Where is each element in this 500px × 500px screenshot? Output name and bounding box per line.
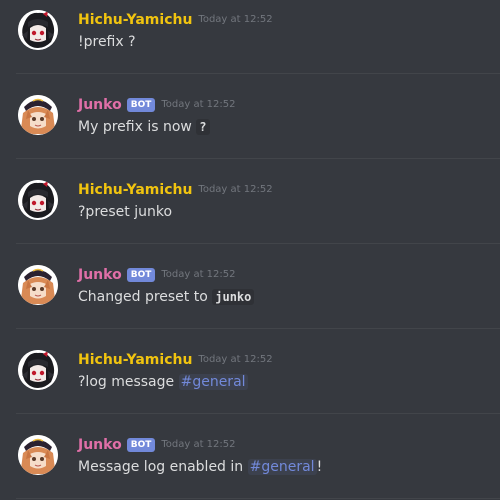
message-text: !prefix ?: [78, 34, 136, 50]
message-divider: [16, 158, 500, 159]
inline-code: ?: [196, 119, 210, 135]
message-header: Junko BOT Today at 12:52: [78, 435, 236, 455]
message-item: Hichu-Yamichu Today at 12:52 !prefix ?: [0, 10, 500, 80]
username[interactable]: Hichu-Yamichu: [78, 350, 192, 370]
avatar-junko-image: [18, 95, 58, 135]
avatar-junko[interactable]: [18, 265, 58, 305]
channel-mention[interactable]: #general: [247, 459, 317, 475]
avatar-hichu-image: [18, 10, 58, 50]
message-item: Junko BOT Today at 12:52 Changed preset …: [0, 265, 500, 335]
username[interactable]: Junko: [78, 435, 122, 455]
message-content: My prefix is now ?: [78, 117, 210, 137]
timestamp[interactable]: Today at 12:52: [161, 265, 235, 285]
message-text-suffix: !: [316, 459, 323, 475]
avatar-hichu-yamichu[interactable]: [18, 180, 58, 220]
timestamp[interactable]: Today at 12:52: [198, 10, 272, 30]
message-divider: [16, 413, 500, 414]
username[interactable]: Hichu-Yamichu: [78, 10, 192, 30]
timestamp[interactable]: Today at 12:52: [161, 95, 235, 115]
message-content: ?log message #general: [78, 372, 248, 392]
message-text: ?preset junko: [78, 204, 173, 220]
username[interactable]: Junko: [78, 95, 122, 115]
avatar-junko[interactable]: [18, 95, 58, 135]
timestamp[interactable]: Today at 12:52: [198, 180, 272, 200]
bot-badge: BOT: [126, 268, 156, 282]
bot-badge: BOT: [126, 438, 156, 452]
message-content: !prefix ?: [78, 32, 136, 52]
avatar-junko[interactable]: [18, 435, 58, 475]
message-divider: [16, 328, 500, 329]
message-item: Junko BOT Today at 12:52 Message log ena…: [0, 435, 500, 500]
avatar-hichu-image: [18, 180, 58, 220]
message-item: Hichu-Yamichu Today at 12:52 ?log messag…: [0, 350, 500, 420]
message-header: Hichu-Yamichu Today at 12:52: [78, 180, 273, 200]
message-divider: [16, 498, 500, 499]
avatar-hichu-yamichu[interactable]: [18, 10, 58, 50]
avatar-junko-image: [18, 435, 58, 475]
username[interactable]: Junko: [78, 265, 122, 285]
message-content: Message log enabled in #general!: [78, 457, 322, 477]
message-header: Hichu-Yamichu Today at 12:52: [78, 350, 273, 370]
message-text: Changed preset to: [78, 289, 213, 305]
message-header: Hichu-Yamichu Today at 12:52: [78, 10, 273, 30]
bot-badge: BOT: [126, 98, 156, 112]
message-content: Changed preset to junko: [78, 287, 255, 307]
message-item: Junko BOT Today at 12:52 My prefix is no…: [0, 95, 500, 165]
timestamp[interactable]: Today at 12:52: [198, 350, 272, 370]
message-text: ?log message: [78, 374, 179, 390]
avatar-hichu-image: [18, 350, 58, 390]
inline-code: junko: [212, 289, 255, 305]
message-text: Message log enabled in: [78, 459, 248, 475]
avatar-junko-image: [18, 265, 58, 305]
message-divider: [16, 73, 500, 74]
timestamp[interactable]: Today at 12:52: [161, 435, 235, 455]
message-header: Junko BOT Today at 12:52: [78, 265, 236, 285]
username[interactable]: Hichu-Yamichu: [78, 180, 192, 200]
avatar-hichu-yamichu[interactable]: [18, 350, 58, 390]
message-content: ?preset junko: [78, 202, 172, 222]
message-divider: [16, 243, 500, 244]
message-header: Junko BOT Today at 12:52: [78, 95, 236, 115]
channel-mention[interactable]: #general: [178, 374, 248, 390]
chat-messages: Hichu-Yamichu Today at 12:52 !prefix ? J…: [0, 0, 500, 500]
message-text: My prefix is now: [78, 119, 197, 135]
message-item: Hichu-Yamichu Today at 12:52 ?preset jun…: [0, 180, 500, 250]
